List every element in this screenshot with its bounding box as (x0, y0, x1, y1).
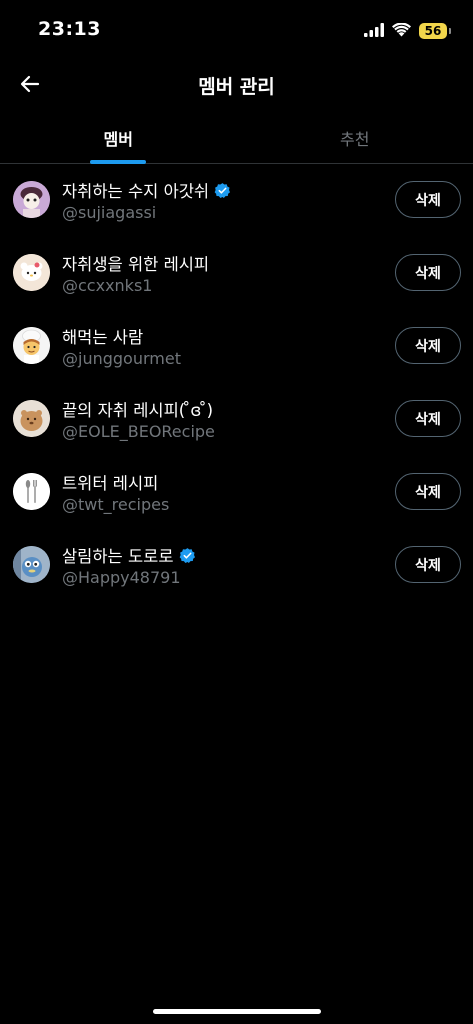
member-name-text: 자취생을 위한 레시피 (62, 255, 210, 274)
verified-badge-icon (179, 547, 196, 564)
status-icons: 56 (364, 20, 451, 42)
status-time: 23:13 (38, 18, 101, 40)
delete-button[interactable]: 삭제 (395, 400, 461, 437)
tab-label: 추천 (340, 130, 370, 149)
member-row[interactable]: 자취하는 수지 아갓쉬 @sujiagassi 삭제 (0, 164, 473, 237)
member-name: 자취하는 수지 아갓쉬 (62, 178, 231, 202)
member-name: 해먹는 사람 (62, 324, 143, 348)
tab-members[interactable]: 멤버 (0, 112, 237, 164)
member-name-text: 자취하는 수지 아갓쉬 (62, 182, 210, 201)
page-title: 멤버 관리 (198, 76, 275, 98)
home-indicator[interactable] (152, 1009, 321, 1014)
member-row[interactable]: 살림하는 도로로 @Happy48791 삭제 (0, 529, 473, 602)
member-name-text: 살림하는 도로로 (62, 547, 174, 566)
avatar[interactable] (13, 181, 50, 218)
avatar[interactable] (13, 254, 50, 291)
member-name: 자취생을 위한 레시피 (62, 251, 209, 275)
delete-button[interactable]: 삭제 (395, 546, 461, 583)
avatar[interactable] (13, 473, 50, 510)
tab-label: 멤버 (103, 130, 133, 149)
member-name-text: 트위터 레시피 (62, 474, 159, 493)
member-name: 트위터 레시피 (62, 470, 158, 494)
tab-recommended[interactable]: 추천 (237, 112, 473, 163)
avatar[interactable] (13, 546, 50, 583)
member-handle: @Happy48791 (62, 568, 181, 587)
member-name: 끝의 자취 레시피( ̊ɞ ̊) (62, 397, 213, 421)
tab-bar: 멤버 추천 (0, 112, 473, 164)
member-name-text: 해먹는 사람 (62, 328, 144, 347)
wifi-icon (392, 21, 411, 41)
member-row[interactable]: 자취생을 위한 레시피 @ccxxnks1 삭제 (0, 237, 473, 310)
member-handle: @sujiagassi (62, 203, 157, 222)
battery-icon: 56 (419, 23, 451, 39)
member-row[interactable]: 트위터 레시피 @twt_recipes 삭제 (0, 456, 473, 529)
member-row[interactable]: 해먹는 사람 @junggourmet 삭제 (0, 310, 473, 383)
member-handle: @EOLE_BEORecipe (62, 422, 215, 441)
delete-button[interactable]: 삭제 (395, 254, 461, 291)
member-list: 자취하는 수지 아갓쉬 @sujiagassi 삭제 자취생을 위한 레시피 @… (0, 164, 473, 602)
header: 멤버 관리 (0, 60, 473, 110)
delete-button[interactable]: 삭제 (395, 181, 461, 218)
status-bar: 23:13 56 (0, 0, 473, 60)
member-name-text: 끝의 자취 레시피( ̊ɞ ̊) (62, 401, 214, 420)
avatar[interactable] (13, 400, 50, 437)
member-handle: @twt_recipes (62, 495, 170, 514)
avatar[interactable] (13, 327, 50, 364)
verified-badge-icon (214, 182, 231, 199)
member-handle: @junggourmet (62, 349, 181, 368)
member-name: 살림하는 도로로 (62, 543, 196, 567)
delete-button[interactable]: 삭제 (395, 327, 461, 364)
signal-icon (364, 22, 384, 41)
member-row[interactable]: 끝의 자취 레시피( ̊ɞ ̊) @EOLE_BEORecipe 삭제 (0, 383, 473, 456)
delete-button[interactable]: 삭제 (395, 473, 461, 510)
member-handle: @ccxxnks1 (62, 276, 153, 295)
